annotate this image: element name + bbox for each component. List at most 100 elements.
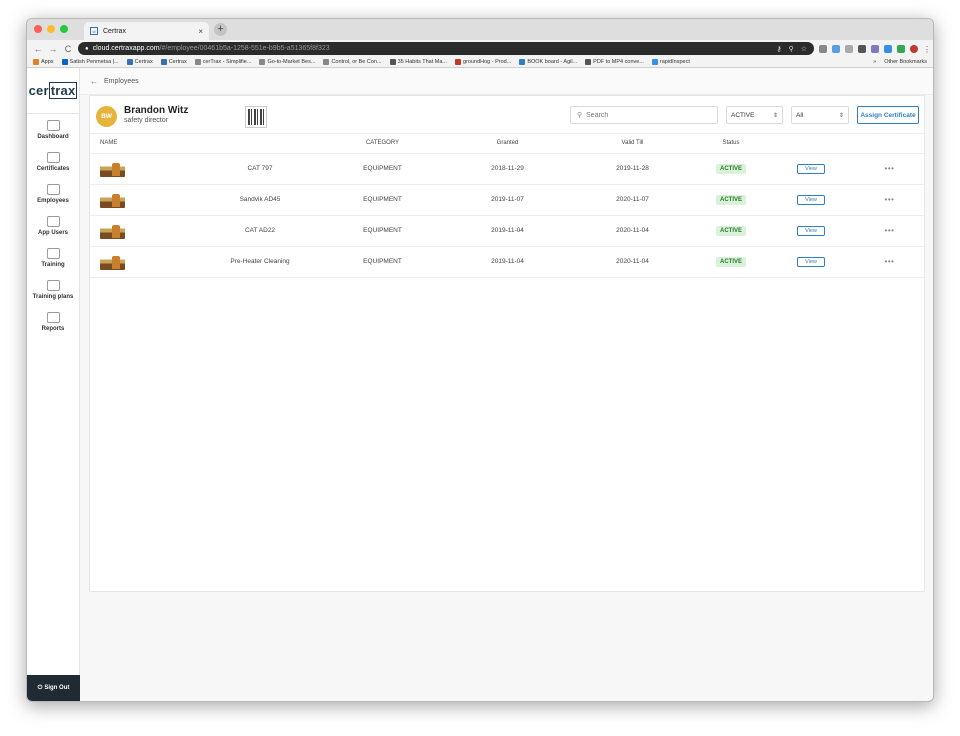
bookmark-item[interactable]: Certrax: [126, 59, 153, 65]
column-header-category[interactable]: CATEGORY: [320, 134, 445, 154]
menu-kebab-icon[interactable]: ⋮: [923, 45, 931, 54]
search-icon: ⚲: [577, 112, 583, 119]
status-badge: ACTIVE: [715, 194, 746, 205]
star-icon[interactable]: ☆: [801, 45, 807, 53]
bookmark-item[interactable]: cerTrax - Simplifie...: [194, 59, 251, 65]
status-cell: ACTIVE: [695, 215, 767, 247]
sidebar-item-certificates[interactable]: Certificates: [27, 146, 79, 178]
more-options-icon[interactable]: •••: [885, 226, 895, 235]
url-input[interactable]: ● cloud.certraxapp.com /#/employee/00461…: [78, 42, 814, 55]
key-icon[interactable]: ⚷: [776, 45, 781, 53]
breadcrumb: ← Employees: [80, 68, 933, 95]
bookmarks-overflow-button[interactable]: »: [873, 59, 876, 65]
bookmark-item[interactable]: Apps: [33, 59, 54, 65]
new-tab-button[interactable]: +: [214, 23, 227, 36]
extension-icon[interactable]: [897, 44, 905, 53]
extension-icon[interactable]: [858, 44, 866, 53]
sidebar-item-employees[interactable]: Employees: [27, 178, 79, 210]
sidebar-item-label: Training plans: [32, 294, 74, 300]
column-header-more: [855, 134, 924, 154]
column-header-name[interactable]: NAME: [90, 134, 200, 154]
sign-out-button[interactable]: ⏻ Sign Out: [27, 675, 80, 701]
action-cell: View: [767, 153, 855, 185]
omnibox-actions: ⚷ ⚲ ☆: [776, 45, 807, 53]
status-badge: ACTIVE: [715, 225, 746, 236]
status-filter-select[interactable]: ACTIVE ⇕: [726, 106, 783, 124]
view-button[interactable]: View: [797, 256, 825, 267]
more-options-icon[interactable]: •••: [885, 195, 895, 204]
search-input[interactable]: [586, 111, 707, 119]
certrax-favicon-icon: ct: [90, 27, 98, 35]
back-arrow-icon[interactable]: ←: [90, 77, 98, 86]
category-cell: EQUIPMENT: [320, 215, 445, 247]
table-row[interactable]: CAT 797 EQUIPMENT 2018-11-29 2019-11-28 ACTI…: [90, 153, 924, 185]
sidebar-item-label: Training: [41, 262, 65, 268]
action-cell: View: [767, 215, 855, 247]
table-row[interactable]: Pre-Heater Cleaning EQUIPMENT 2019-11-04 20…: [90, 246, 924, 278]
bookmark-label: Satish Penmetsa |...: [69, 59, 119, 65]
bookmark-favicon-icon: [585, 59, 592, 65]
certrax-logo[interactable]: cer trax: [27, 68, 79, 114]
select-arrow-icon: ⇕: [838, 112, 844, 119]
extension-icon[interactable]: [819, 44, 827, 53]
extension-icon[interactable]: [871, 44, 879, 53]
tab-close-icon[interactable]: ×: [198, 27, 203, 36]
logo-text-boxed: trax: [48, 82, 78, 99]
bookmark-favicon-icon: [519, 59, 526, 65]
other-bookmarks-button[interactable]: Other Bookmarks: [884, 59, 927, 65]
status-badge: ACTIVE: [715, 163, 746, 174]
view-button[interactable]: View: [797, 163, 825, 174]
extension-icon[interactable]: [884, 44, 892, 53]
action-cell: View: [767, 246, 855, 278]
forward-button[interactable]: →: [48, 44, 58, 54]
table-row[interactable]: Sandvik AD45 EQUIPMENT 2019-11-07 2020-11-0…: [90, 184, 924, 216]
browser-tab[interactable]: ct Certrax ×: [84, 22, 209, 40]
column-header-valid-till[interactable]: Valid Till: [570, 134, 695, 154]
tab-title: Certrax: [103, 27, 126, 35]
bookmark-item[interactable]: Control, or Be Con...: [323, 59, 382, 65]
column-header-granted[interactable]: Granted: [445, 134, 570, 154]
profile-avatar-icon[interactable]: [910, 44, 918, 53]
category-filter-select[interactable]: All ⇕: [791, 106, 849, 124]
extension-icon[interactable]: [845, 44, 853, 53]
view-button[interactable]: View: [797, 225, 825, 236]
close-window-button[interactable]: [34, 25, 42, 33]
more-options-icon[interactable]: •••: [885, 164, 895, 173]
bookmark-item[interactable]: rapidInspect: [651, 59, 690, 65]
bookmark-item[interactable]: PDF to MP4 conve...: [585, 59, 644, 65]
extension-icon[interactable]: [832, 44, 840, 53]
sidebar-item-training-plans[interactable]: Training plans: [27, 274, 79, 306]
column-header-action: [767, 134, 855, 154]
bookmarks-bar: Apps Satish Penmetsa |... Certrax Certrax ce…: [27, 57, 933, 68]
table-row[interactable]: CAT AD22 EQUIPMENT 2019-11-04 2020-11-04 ACT…: [90, 215, 924, 247]
reload-button[interactable]: C: [63, 44, 73, 54]
bookmark-label: Certrax: [168, 59, 187, 65]
sidebar-item-label: Reports: [41, 326, 65, 332]
view-button[interactable]: View: [797, 194, 825, 205]
certificates-icon: [46, 152, 60, 163]
minimize-window-button[interactable]: [47, 25, 55, 33]
assign-certificate-button[interactable]: Assign Certificate: [857, 106, 919, 124]
bookmark-item[interactable]: Certrax: [160, 59, 187, 65]
sidebar-item-app-users[interactable]: App Users: [27, 210, 79, 242]
bookmark-item[interactable]: BOOK board - Agil...: [519, 59, 577, 65]
equipment-thumbnail: [100, 222, 125, 239]
bookmark-item[interactable]: Go-to-Market Bes...: [259, 59, 315, 65]
bookmark-item[interactable]: groundHog - Prod...: [455, 59, 511, 65]
bookmark-item[interactable]: Satish Penmetsa |...: [61, 59, 119, 65]
zoom-icon[interactable]: ⚲: [789, 45, 794, 53]
maximize-window-button[interactable]: [60, 25, 68, 33]
sidebar-item-dashboard[interactable]: Dashboard: [27, 114, 79, 146]
bookmark-favicon-icon: [323, 59, 330, 65]
column-header-status[interactable]: Status: [695, 134, 767, 154]
sign-out-label: Sign Out: [44, 685, 70, 691]
breadcrumb-employees[interactable]: Employees: [104, 78, 139, 85]
bookmark-item[interactable]: 35 Habits That Ma...: [389, 59, 447, 65]
training-plans-icon: [46, 280, 60, 291]
qr-code-icon[interactable]: [245, 106, 267, 128]
more-options-icon[interactable]: •••: [885, 257, 895, 266]
sidebar-item-training[interactable]: Training: [27, 242, 79, 274]
sidebar-item-reports[interactable]: Reports: [27, 306, 79, 338]
search-box[interactable]: ⚲: [570, 106, 718, 124]
back-button[interactable]: ←: [33, 44, 43, 54]
